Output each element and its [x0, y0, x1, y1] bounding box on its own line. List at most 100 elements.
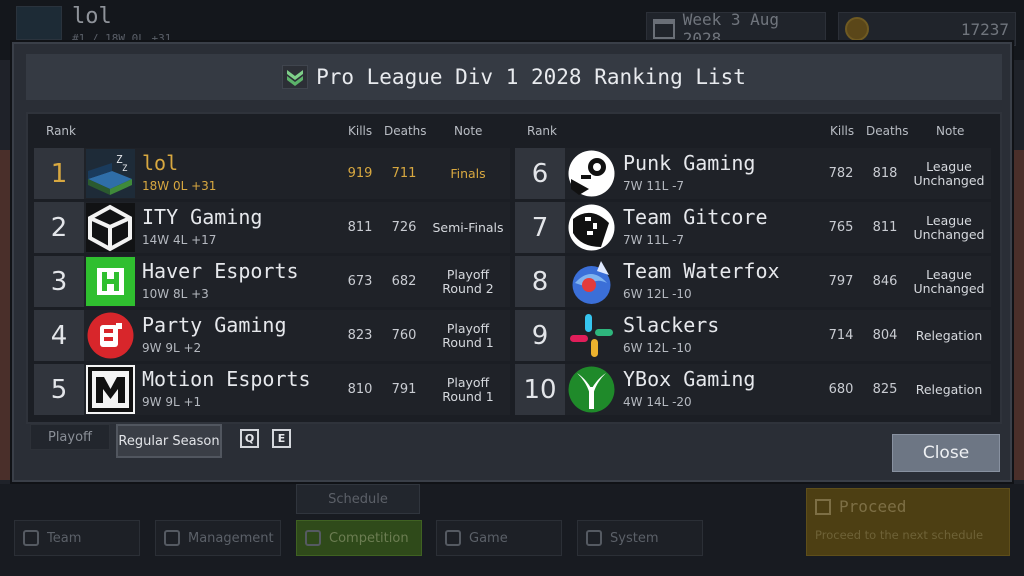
team-record: 18W 0L +31	[142, 179, 217, 193]
note-value: Playoff Round 1	[442, 320, 494, 350]
deaths-value: 726	[391, 220, 417, 235]
team-name: Team Waterfox	[623, 259, 780, 283]
note-value: Relegation	[915, 381, 983, 397]
kills-value: 673	[347, 274, 373, 289]
kills-value: 782	[828, 166, 854, 181]
kills-value: 811	[347, 220, 373, 235]
team-name: Slackers	[623, 313, 720, 337]
deaths-value: 682	[391, 274, 417, 289]
kills-value: 919	[347, 166, 373, 181]
table-row: 5 Motion Esports 9W 9L +1 810 791 Playof…	[34, 364, 510, 415]
header-kills-left: Kills	[348, 124, 373, 138]
close-button[interactable]: Close	[892, 434, 1000, 472]
note-value: Finals	[450, 165, 486, 181]
tab-playoff[interactable]: Playoff	[30, 424, 110, 450]
right-accent	[1010, 150, 1024, 480]
svg-text:Z: Z	[122, 164, 128, 174]
nav-game-label: Game	[469, 530, 508, 546]
team-record: 14W 4L +17	[142, 233, 217, 247]
nav-game-button[interactable]: Game	[436, 520, 562, 556]
header-kills-right: Kills	[830, 124, 855, 138]
rank-number: 4	[34, 310, 84, 361]
unity-logo-icon	[86, 203, 135, 252]
deaths-value: 711	[391, 166, 417, 181]
money-indicator: 17237	[838, 12, 1016, 46]
team-record: 9W 9L +1	[142, 395, 202, 409]
party-logo-icon	[86, 311, 135, 360]
motion-logo-icon	[86, 365, 135, 414]
team-record: 7W 11L -7	[623, 233, 685, 247]
tab-regular-season[interactable]: Regular Season	[116, 424, 222, 458]
kills-value: 714	[828, 328, 854, 343]
trophy-icon	[305, 530, 321, 546]
team-name: lol	[142, 151, 179, 175]
team-name: Party Gaming	[142, 313, 287, 337]
table-row: 9 Slackers 6W 12L -10 714 804 Relegation	[515, 310, 991, 361]
table-row: 10 YBox Gaming 4W 14L -20 680 825 Relega…	[515, 364, 991, 415]
waterfox-logo-icon	[567, 257, 616, 306]
header-note-left: Note	[454, 124, 483, 138]
proceed-title: Proceed	[839, 497, 907, 516]
nav-system-label: System	[610, 530, 659, 546]
note-value: Semi-Finals	[432, 219, 504, 235]
team-record: 6W 12L -10	[623, 341, 692, 355]
gitcore-logo-icon	[567, 203, 616, 252]
rank-number: 1	[34, 148, 84, 199]
table-row: 2 ITY Gaming 14W 4L +17 811 726 Semi-Fin…	[34, 202, 510, 253]
calendar-icon	[653, 19, 675, 39]
team-name: YBox Gaming	[623, 367, 756, 391]
note-value: League Unchanged	[913, 266, 985, 296]
deaths-value: 811	[872, 220, 898, 235]
table-row: 6 Punk Gaming 7W 11L -7 782 818 League U…	[515, 148, 991, 199]
team-name: Motion Esports	[142, 367, 311, 391]
proceed-button[interactable]: Proceed Proceed to the next schedule	[806, 488, 1010, 556]
rank-number: 8	[515, 256, 565, 307]
team-record: 7W 11L -7	[623, 179, 685, 193]
lol-logo-icon: Z Z	[86, 149, 135, 198]
ybox-logo-icon	[567, 365, 616, 414]
note-value: League Unchanged	[913, 158, 985, 188]
deaths-value: 791	[391, 382, 417, 397]
header-deaths-right: Deaths	[866, 124, 909, 138]
week-indicator: Week 3 Aug 2028	[646, 10, 826, 48]
rank-number: 6	[515, 148, 565, 199]
rank-number: 5	[34, 364, 84, 415]
nav-competition-label: Competition	[329, 530, 409, 546]
slackers-logo-icon	[567, 311, 616, 360]
ranking-dialog: Pro League Div 1 2028 Ranking List Rank …	[12, 42, 1012, 482]
note-value: League Unchanged	[913, 212, 985, 242]
haver-logo-icon	[86, 257, 135, 306]
team-record: 6W 12L -10	[623, 287, 692, 301]
table-row: 7 Team Gitcore 7W 11L -7 765 811 League …	[515, 202, 991, 253]
nav-system-button[interactable]: System	[577, 520, 703, 556]
team-record: 4W 14L -20	[623, 395, 692, 409]
nav-management-button[interactable]: Management	[155, 520, 281, 556]
header-note-right: Note	[936, 124, 965, 138]
ranking-table: Rank Kills Deaths Note Rank Kills Deaths…	[26, 112, 1002, 424]
rank-chevron-icon	[282, 65, 309, 89]
rank-number: 2	[34, 202, 84, 253]
key-q-hint[interactable]: Q	[240, 429, 259, 448]
team-logo	[16, 6, 62, 40]
deaths-value: 804	[872, 328, 898, 343]
document-icon	[164, 530, 180, 546]
shield-icon	[23, 530, 39, 546]
money-value: 17237	[960, 19, 1009, 39]
nav-team-button[interactable]: Team	[14, 520, 140, 556]
header-rank-right: Rank	[527, 124, 557, 138]
team-record: 10W 8L +3	[142, 287, 209, 301]
table-row: 3 Haver Esports 10W 8L +3 673 682 Playof…	[34, 256, 510, 307]
team-name: Team Gitcore	[623, 205, 768, 229]
punk-logo-icon	[567, 149, 616, 198]
key-e-hint[interactable]: E	[272, 429, 291, 448]
note-value: Relegation	[915, 327, 983, 343]
dialog-title-bar: Pro League Div 1 2028 Ranking List	[26, 54, 1002, 100]
note-value: Playoff Round 1	[442, 374, 494, 404]
nav-competition-button[interactable]: Competition	[296, 520, 422, 556]
schedule-button[interactable]: Schedule	[296, 484, 420, 514]
kills-value: 765	[828, 220, 854, 235]
table-row: 8 Team Waterfox 6W 12L -10 797 846 Leagu…	[515, 256, 991, 307]
gamepad-icon	[445, 530, 461, 546]
gear-icon	[586, 530, 602, 546]
rank-number: 9	[515, 310, 565, 361]
